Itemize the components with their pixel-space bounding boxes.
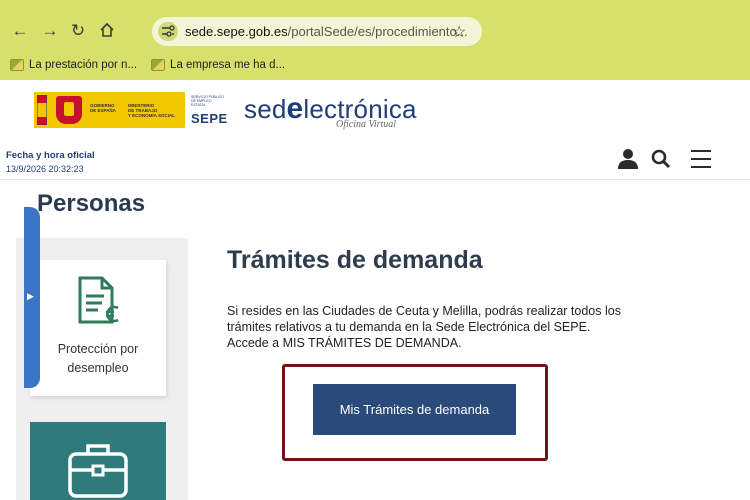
description-access-text: Accede a MIS TRÁMITES DE DEMANDA.: [227, 336, 462, 350]
document-euro-icon: [78, 276, 119, 324]
sepe-small-text: SERVICIO PÚBLICO DE EMPLEO ESTATAL: [191, 95, 225, 107]
url-domain: sede.sepe.gob.es: [185, 24, 288, 39]
categories-panel: Protección por desempleo: [16, 238, 188, 500]
user-icon[interactable]: [618, 148, 638, 175]
section-description: Si resides en las Ciudades de Ceuta y Me…: [227, 303, 647, 351]
bookmark-favicon-icon: [151, 59, 166, 71]
url-text: sede.sepe.gob.es/portalSede/es/procedimi…: [185, 24, 468, 39]
coat-of-arms-icon: [56, 96, 82, 124]
bookmark-label: La prestación por n...: [29, 59, 138, 71]
url-path: /portalSede/es/procedimiento...: [287, 24, 468, 39]
site-info-icon[interactable]: [158, 22, 178, 41]
card-label: Protección por desempleo: [57, 342, 139, 375]
bookmark-item[interactable]: La empresa me ha d...: [151, 55, 285, 75]
bookmark-label: La empresa me ha d...: [170, 59, 286, 71]
description-text: Si resides en las Ciudades de Ceuta y Me…: [227, 304, 621, 334]
sepe-wordmark: SEPE: [191, 111, 228, 126]
bookmark-star-icon[interactable]: ☆: [452, 22, 466, 42]
mis-tramites-button[interactable]: Mis Trámites de demanda: [313, 384, 516, 435]
fecha-label: Fecha y hora oficial: [6, 150, 95, 161]
site-header: GOBIERNO DE ESPAÑA MINISTERIO DE TRABAJO Y …: [0, 80, 750, 180]
bookmark-item[interactable]: La prestación por n...: [10, 55, 137, 75]
section-title: Trámites de demanda: [227, 246, 483, 274]
briefcase-icon: [68, 444, 128, 498]
sede-electronica-logo[interactable]: sedelectrónica Oficina Virtual: [244, 92, 424, 132]
chevron-right-icon: ▶: [27, 291, 34, 301]
browser-chrome: ← → ↻ sede.sepe.gob.es/portalSede/es/pro…: [0, 0, 750, 80]
oficina-virtual-text: Oficina Virtual: [336, 119, 397, 130]
bookmarks-bar: La prestación por n... La empresa me ha …: [10, 55, 285, 75]
gobierno-text: GOBIERNO DE ESPAÑA: [90, 103, 116, 113]
side-panel-toggle[interactable]: ▶: [24, 207, 40, 388]
reload-icon[interactable]: ↻: [68, 22, 88, 40]
home-icon[interactable]: [97, 22, 117, 42]
bookmark-favicon-icon: [10, 59, 24, 71]
card-proteccion-desempleo[interactable]: Protección por desempleo: [30, 260, 166, 396]
gobierno-logo[interactable]: GOBIERNO DE ESPAÑA MINISTERIO DE TRABAJO Y …: [34, 92, 185, 128]
address-bar[interactable]: sede.sepe.gob.es/portalSede/es/procedimi…: [152, 17, 482, 46]
search-icon[interactable]: [651, 148, 671, 175]
ministerio-text: MINISTERIO DE TRABAJO Y ECONOMÍA SOCIAL: [128, 103, 176, 118]
spain-flag-icon: [37, 95, 47, 125]
page-title: Personas: [37, 190, 146, 217]
fecha-value: 13/9/2026 20:32:23: [6, 164, 84, 174]
sepe-logo[interactable]: SERVICIO PÚBLICO DE EMPLEO ESTATAL SEPE: [191, 95, 228, 129]
back-icon[interactable]: ←: [10, 22, 30, 40]
card-secondary[interactable]: [30, 422, 166, 500]
menu-icon[interactable]: [690, 148, 712, 175]
forward-icon[interactable]: →: [40, 22, 60, 40]
